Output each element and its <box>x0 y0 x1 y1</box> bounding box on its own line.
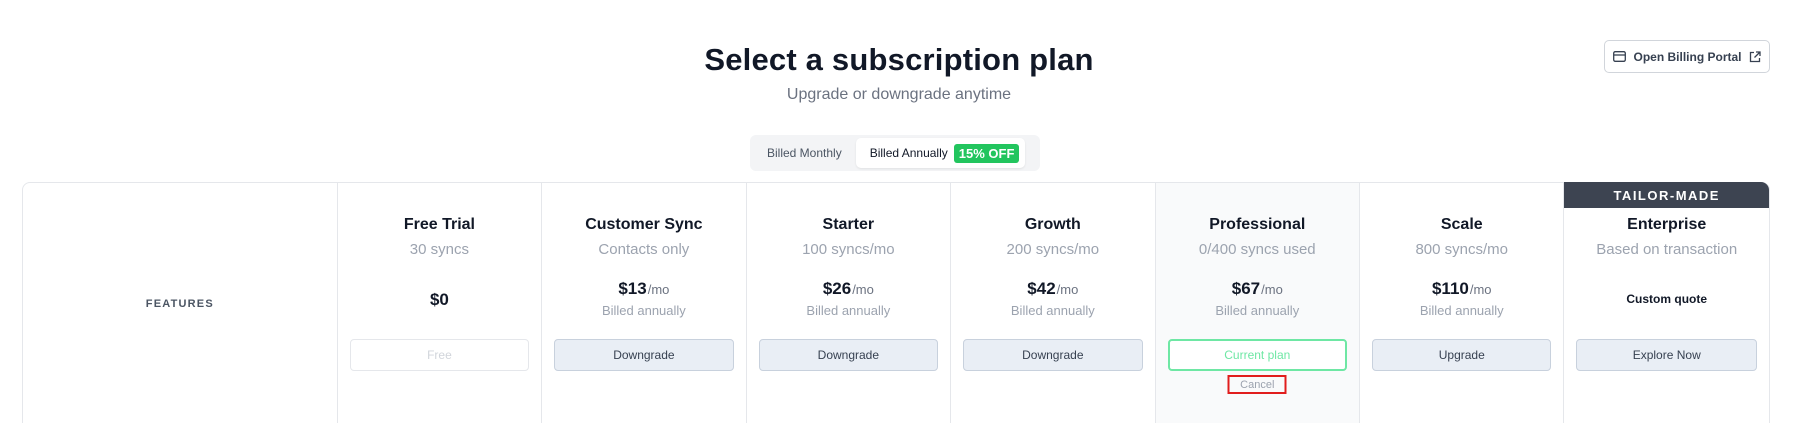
plan-subtitle: 30 syncs <box>409 241 469 258</box>
billing-note: Billed annually <box>1010 303 1095 318</box>
plan-enterprise: TAILOR-MADE Enterprise Based on transact… <box>1564 182 1769 423</box>
downgrade-button[interactable]: Downgrade <box>554 339 734 371</box>
price-period: /mo <box>647 282 670 297</box>
billing-portal-label: Open Billing Portal <box>1633 49 1742 64</box>
price-row: $26 /mo <box>747 279 950 299</box>
plan-price: $26 <box>822 279 852 298</box>
billing-period-toggle: Billed Monthly Billed Annually 15% OFF <box>750 135 1040 171</box>
explore-now-button[interactable]: Explore Now <box>1576 339 1757 371</box>
downgrade-button[interactable]: Downgrade <box>758 339 939 371</box>
plan-scale: Scale 800 syncs/mo $110 /mo Billed annua… <box>1360 183 1565 423</box>
price-period: /mo <box>852 282 874 297</box>
page-title: Select a subscription plan <box>704 42 1094 77</box>
price-row: $110 /mo <box>1360 279 1563 299</box>
billed-annually-option[interactable]: Billed Annually 15% OFF <box>855 138 1026 168</box>
billed-monthly-option[interactable]: Billed Monthly <box>753 138 856 168</box>
tailor-made-banner: TAILOR-MADE <box>1564 182 1769 208</box>
discount-badge: 15% OFF <box>953 143 1020 163</box>
plan-price: Custom quote <box>1626 292 1708 306</box>
downgrade-button[interactable]: Downgrade <box>963 339 1143 371</box>
plan-name: Growth <box>1024 216 1081 233</box>
credit-card-icon <box>1613 51 1627 62</box>
plan-price: $0 <box>429 290 449 309</box>
billed-annually-label: Billed Annually <box>869 146 948 160</box>
plan-subtitle: 100 syncs/mo <box>802 241 895 258</box>
upgrade-button[interactable]: Upgrade <box>1372 339 1552 371</box>
plan-name: Scale <box>1440 216 1483 233</box>
price-period: /mo <box>1469 282 1492 297</box>
price-row: $13 /mo <box>542 279 745 299</box>
price-period: /mo <box>1261 282 1283 297</box>
plan-starter: Starter 100 syncs/mo $26 /mo Billed annu… <box>747 183 952 423</box>
price-row: $42 /mo <box>951 279 1154 299</box>
plan-free-trial: Free Trial 30 syncs $0 Free <box>338 183 543 423</box>
billing-note: Billed annually <box>806 303 891 318</box>
price-row: $67 /mo <box>1156 279 1359 299</box>
page-subtitle: Upgrade or downgrade anytime <box>786 86 1012 103</box>
plan-subtitle: Contacts only <box>598 241 690 258</box>
plan-subtitle: 0/400 syncs used <box>1198 241 1316 258</box>
billing-note: Billed annually <box>601 303 686 318</box>
external-link-icon <box>1749 50 1761 63</box>
plan-name: Customer Sync <box>585 216 703 233</box>
plan-price: $110 <box>1431 279 1469 298</box>
open-billing-portal-button[interactable]: Open Billing Portal <box>1604 40 1770 73</box>
plan-professional: Professional 0/400 syncs used $67 /mo Bi… <box>1155 183 1361 423</box>
plan-price: $13 <box>618 279 647 298</box>
plan-growth: Growth 200 syncs/mo $42 /mo Billed annua… <box>951 183 1156 423</box>
plan-price: $42 <box>1027 279 1056 298</box>
plan-customer-sync: Customer Sync Contacts only $13 /mo Bill… <box>542 183 747 423</box>
billing-note: Billed annually <box>1419 303 1504 318</box>
plan-name: Professional <box>1209 216 1306 233</box>
page-header: Select a subscription plan Upgrade or do… <box>0 42 1798 104</box>
current-plan-button[interactable]: Current plan <box>1167 339 1348 371</box>
plan-price: $67 <box>1231 279 1261 298</box>
plan-subtitle: Based on transaction <box>1596 241 1738 258</box>
plan-name: Free Trial <box>403 216 475 233</box>
plan-name: Starter <box>822 216 875 233</box>
price-period: /mo <box>1056 282 1079 297</box>
features-label: FEATURES <box>145 298 214 310</box>
plan-subtitle: 800 syncs/mo <box>1415 241 1509 258</box>
features-column: FEATURES <box>23 183 338 423</box>
plans-table: FEATURES Free Trial 30 syncs $0 Free Cus… <box>22 182 1770 423</box>
billing-note: Billed annually <box>1215 303 1300 318</box>
cancel-subscription-link[interactable]: Cancel <box>1227 375 1287 394</box>
plan-subtitle: 200 syncs/mo <box>1006 241 1100 258</box>
free-button[interactable]: Free <box>349 339 530 371</box>
plan-name: Enterprise <box>1627 216 1707 233</box>
